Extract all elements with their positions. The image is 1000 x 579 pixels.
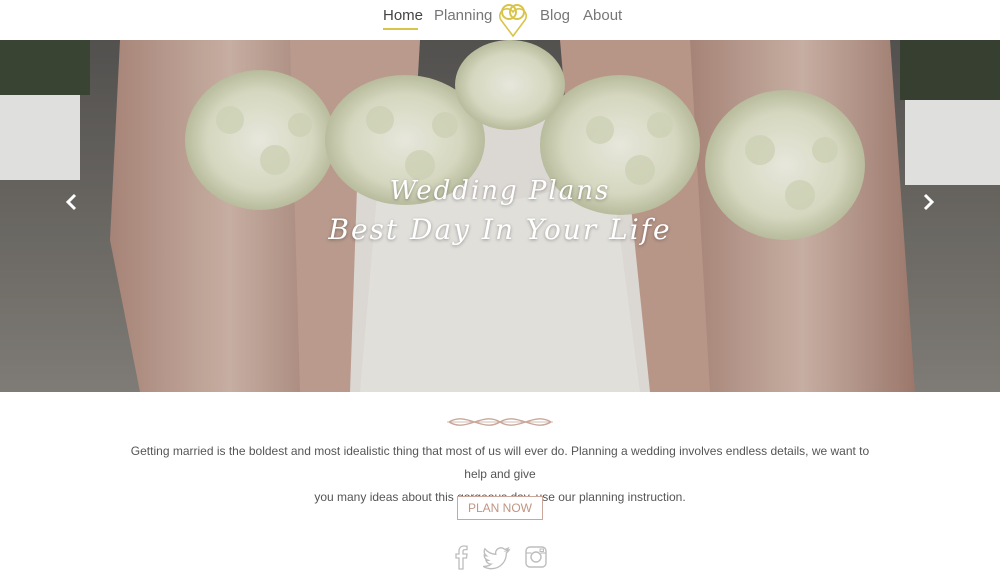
nav-planning[interactable]: Planning bbox=[434, 7, 492, 24]
active-nav-underline bbox=[383, 28, 418, 30]
hero-slider: Wedding Plans Best Day In Your Life bbox=[0, 40, 1000, 392]
instagram-icon[interactable] bbox=[524, 544, 548, 570]
intro-line-1: Getting married is the boldest and most … bbox=[130, 444, 870, 481]
nav-home[interactable]: Home bbox=[383, 7, 423, 24]
hero-title: Wedding Plans bbox=[389, 176, 611, 206]
nav-about[interactable]: About bbox=[583, 7, 622, 24]
ornamental-divider-icon bbox=[447, 418, 553, 426]
chevron-right-icon[interactable] bbox=[916, 190, 940, 214]
interlocked-rings-heart-icon[interactable] bbox=[495, 0, 531, 40]
plan-now-button[interactable]: PLAN NOW bbox=[457, 496, 543, 520]
hero-subtitle: Best Day In Your Life bbox=[328, 213, 672, 246]
twitter-icon[interactable] bbox=[483, 544, 511, 570]
nav-blog[interactable]: Blog bbox=[540, 7, 570, 24]
chevron-left-icon[interactable] bbox=[60, 190, 84, 214]
top-navigation: Home Planning Blog About bbox=[0, 0, 1000, 40]
facebook-icon[interactable] bbox=[452, 544, 470, 570]
